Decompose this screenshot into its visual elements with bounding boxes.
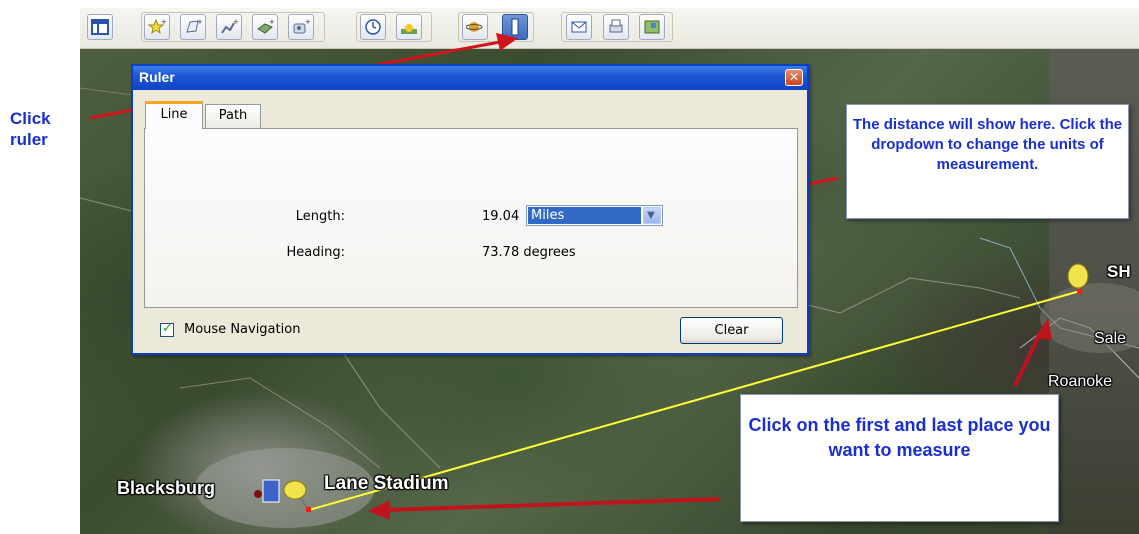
record-tour-button[interactable]: + [288, 14, 314, 40]
map-label-salem: Sale [1094, 330, 1127, 347]
length-value: 19.04 [482, 209, 520, 224]
arrow-shaft [1013, 332, 1042, 387]
line-tab-panel: Length: 19.04 Heading: 73.78 degrees [144, 128, 798, 308]
add-image-overlay-icon: + [257, 18, 274, 34]
email-button[interactable] [566, 14, 592, 40]
length-label: Length: [295, 209, 345, 224]
map-label-blacksburg: Blacksburg [117, 478, 216, 498]
historical-imagery-button[interactable] [360, 14, 386, 40]
svg-text:+: + [233, 18, 238, 26]
map-marker-icon [262, 479, 280, 503]
heading-label: Heading: [286, 245, 345, 260]
add-path-icon: + [221, 18, 238, 34]
chevron-down-icon: ▼ [647, 210, 655, 221]
sidebar-icon [91, 19, 109, 35]
close-button[interactable]: ✕ [785, 69, 803, 86]
svg-text:+: + [269, 18, 274, 26]
click-ruler-annotation: Click ruler [10, 109, 51, 149]
add-polygon-icon: + [186, 18, 202, 33]
mouse-navigation-label: Mouse Navigation [184, 322, 301, 337]
planets-button[interactable] [462, 14, 488, 40]
email-icon [571, 21, 587, 33]
add-placemark-icon: + [148, 18, 166, 35]
planets-icon [466, 22, 483, 32]
map-label-roanoke: Roanoke [1048, 373, 1113, 390]
historical-imagery-icon [365, 19, 381, 35]
sunlight-button[interactable] [396, 14, 422, 40]
ruler-button[interactable] [502, 14, 528, 40]
ruler-dialog: Ruler ✕ Line Path Length: 19.04 Heading:… [131, 64, 809, 355]
svg-text:+: + [197, 18, 202, 26]
tab-path[interactable]: Path [205, 104, 261, 129]
svg-text:+: + [305, 18, 310, 26]
left-margin [0, 0, 80, 534]
svg-text:+: + [161, 18, 166, 26]
close-icon: ✕ [788, 70, 800, 84]
map-label-lane-stadium: Lane Stadium [324, 473, 449, 494]
print-icon [609, 19, 623, 33]
print-button[interactable] [603, 14, 629, 40]
add-path-button[interactable]: + [216, 14, 242, 40]
add-polygon-button[interactable]: + [180, 14, 206, 40]
ruler-dialog-title: Ruler [139, 69, 175, 85]
ruler-title-bar[interactable]: Ruler ✕ [133, 66, 807, 90]
mouse-navigation-checkbox[interactable]: ✓ [160, 321, 174, 337]
sunlight-icon [401, 24, 417, 34]
sidebar-toggle-button[interactable] [87, 14, 113, 40]
click-points-callout: Click on the first and last place you wa… [740, 394, 1059, 522]
tab-line[interactable]: Line [145, 101, 203, 129]
add-placemark-button[interactable]: + [144, 14, 170, 40]
add-image-overlay-button[interactable]: + [252, 14, 278, 40]
distance-callout: The distance will show here. Click the d… [846, 104, 1129, 219]
clear-button[interactable]: Clear [680, 317, 783, 344]
checkmark-icon: ✓ [162, 321, 173, 336]
arrow-head [368, 500, 390, 520]
units-selected-value: Miles [528, 207, 641, 224]
view-in-maps-icon [644, 20, 660, 34]
ruler-icon [511, 18, 519, 36]
units-select[interactable]: Miles ▼ [526, 205, 663, 226]
arrow-shaft [384, 497, 721, 512]
toolbar: + + + + + [80, 8, 1139, 49]
view-in-maps-button[interactable] [639, 14, 665, 40]
heading-value: 73.78 degrees [482, 245, 576, 260]
map-label-sh: SH [1107, 262, 1131, 281]
units-dropdown-button[interactable]: ▼ [643, 207, 661, 224]
map-point-icon [254, 490, 262, 498]
record-tour-icon: + [293, 18, 310, 34]
